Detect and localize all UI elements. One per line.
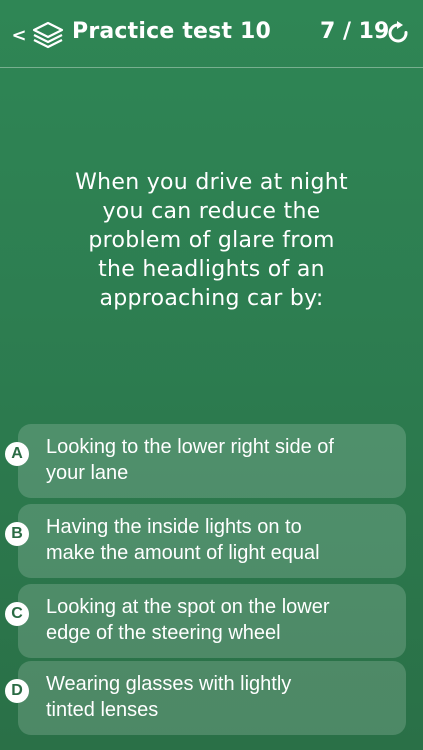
- question-line: you can reduce the: [102, 199, 321, 224]
- answer-letter-c: C: [5, 602, 29, 626]
- question-line: When you drive at night: [75, 170, 348, 195]
- chevron-left-icon: <: [11, 24, 27, 46]
- answer-line: make the amount of light equal: [46, 542, 320, 564]
- answer-letter-a: A: [5, 442, 29, 466]
- answer-option-b[interactable]: B Having the inside lights on to make th…: [5, 504, 406, 578]
- stack-layers-icon: [32, 21, 64, 49]
- answer-line: your lane: [46, 462, 129, 484]
- answer-line: Looking at the spot on the lower: [46, 596, 330, 618]
- answer-option-c[interactable]: C Looking at the spot on the lower edge …: [5, 584, 406, 658]
- question-text: When you drive at night you can reduce t…: [50, 168, 373, 313]
- top-bar: < Practice test 10 7 / 19: [0, 0, 423, 68]
- answer-text-b: Having the inside lights on to make the …: [46, 514, 396, 566]
- answer-line: Having the inside lights on to: [46, 516, 302, 538]
- answer-line: tinted lenses: [46, 699, 159, 721]
- answer-line: Looking to the lower right side of: [46, 436, 334, 458]
- question-line: problem of glare from: [88, 228, 335, 253]
- answer-option-a[interactable]: A Looking to the lower right side of you…: [5, 424, 406, 498]
- answer-text-d: Wearing glasses with lightly tinted lens…: [46, 671, 396, 723]
- answer-line: Wearing glasses with lightly: [46, 673, 292, 695]
- answer-line: edge of the steering wheel: [46, 622, 281, 644]
- page-title: Practice test 10: [72, 19, 272, 44]
- back-button[interactable]: <: [10, 23, 28, 47]
- question-line: approaching car by:: [99, 286, 324, 311]
- answer-option-d[interactable]: D Wearing glasses with lightly tinted le…: [5, 661, 406, 735]
- question-progress: 7 / 19: [320, 19, 390, 44]
- question-line: the headlights of an: [98, 257, 325, 282]
- answer-text-a: Looking to the lower right side of your …: [46, 434, 396, 486]
- answer-text-c: Looking at the spot on the lower edge of…: [46, 594, 396, 646]
- refresh-icon[interactable]: [385, 20, 411, 48]
- answer-letter-b: B: [5, 522, 29, 546]
- answer-letter-d: D: [5, 679, 29, 703]
